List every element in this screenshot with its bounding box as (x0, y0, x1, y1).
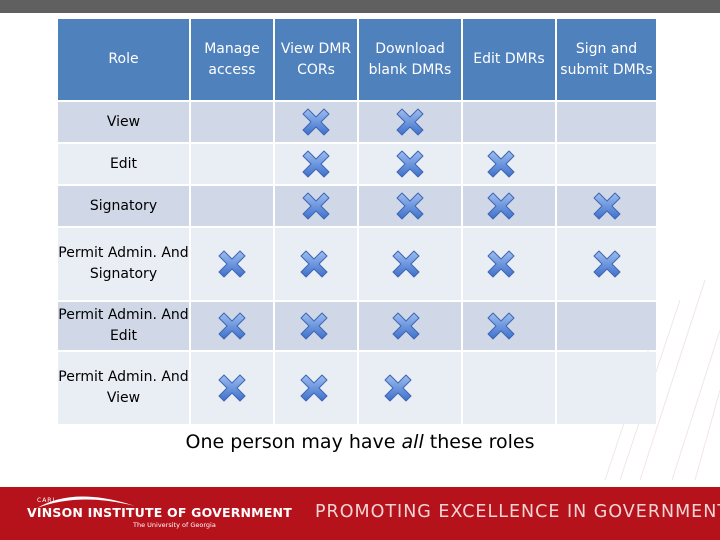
logo-small-text: CARL (37, 497, 57, 504)
permission-cell (463, 228, 555, 300)
permission-cell (557, 228, 656, 300)
role-name-cell: Permit Admin. And Edit (58, 302, 189, 350)
x-mark-icon (383, 373, 413, 403)
table-row: Permit Admin. And Edit (58, 302, 656, 350)
x-mark-icon (486, 249, 516, 279)
x-mark-icon (301, 191, 331, 221)
permission-cell (275, 186, 357, 226)
footer-banner: CARL VINSON INSTITUTE OF GOVERNMENT The … (0, 487, 720, 540)
x-mark-icon (217, 373, 247, 403)
permission-cell (359, 228, 461, 300)
permission-cell (359, 186, 461, 226)
permission-cell (191, 302, 273, 350)
vinson-institute-logo: CARL VINSON INSTITUTE OF GOVERNMENT The … (25, 490, 292, 535)
top-bar (0, 0, 720, 13)
permission-cell (463, 186, 555, 226)
x-mark-icon (299, 249, 329, 279)
permission-cell (463, 352, 555, 424)
permission-cell (191, 228, 273, 300)
permission-cell (557, 302, 656, 350)
role-name-cell: View (58, 102, 189, 142)
role-name-cell: Edit (58, 144, 189, 184)
x-mark-icon (217, 249, 247, 279)
header-manage-access: Manage access (191, 19, 273, 100)
permission-cell (275, 228, 357, 300)
permission-cell (463, 302, 555, 350)
table-row: Permit Admin. And Signatory (58, 228, 656, 300)
header-edit-dmrs: Edit DMRs (463, 19, 555, 100)
logo-sub-text: The University of Georgia (133, 521, 216, 529)
x-mark-icon (486, 149, 516, 179)
table-row: Edit (58, 144, 656, 184)
logo-main-text: VINSON INSTITUTE OF GOVERNMENT (27, 505, 292, 520)
footnote-text-before: One person may have (185, 431, 402, 453)
table-row: Permit Admin. And View (58, 352, 656, 424)
permission-cell (191, 352, 273, 424)
permission-cell (359, 302, 461, 350)
permission-cell (191, 186, 273, 226)
x-mark-icon (301, 149, 331, 179)
header-sign-submit-dmrs: Sign and submit DMRs (557, 19, 656, 100)
permission-cell (463, 102, 555, 142)
permission-cell (275, 302, 357, 350)
x-mark-icon (486, 311, 516, 341)
permission-cell (463, 144, 555, 184)
x-mark-icon (395, 191, 425, 221)
x-mark-icon (391, 311, 421, 341)
role-name-cell: Signatory (58, 186, 189, 226)
x-mark-icon (486, 191, 516, 221)
permission-cell (191, 144, 273, 184)
table-header-row: Role Manage access View DMR CORs Downloa… (58, 19, 656, 100)
x-mark-icon (301, 107, 331, 137)
footnote: One person may have all these roles (0, 431, 720, 453)
permission-cell (359, 352, 461, 424)
permission-cell (191, 102, 273, 142)
table-row: Signatory (58, 186, 656, 226)
header-download-blank-dmrs: Download blank DMRs (359, 19, 461, 100)
permission-cell (557, 144, 656, 184)
permission-cell (557, 352, 656, 424)
permission-cell (275, 352, 357, 424)
permission-cell (275, 144, 357, 184)
footnote-emphasis: all (401, 431, 424, 453)
x-mark-icon (395, 107, 425, 137)
x-mark-icon (217, 311, 247, 341)
x-mark-icon (299, 373, 329, 403)
x-mark-icon (299, 311, 329, 341)
x-mark-icon (391, 249, 421, 279)
permission-cell (359, 102, 461, 142)
x-mark-icon (395, 149, 425, 179)
x-mark-icon (592, 191, 622, 221)
x-mark-icon (592, 249, 622, 279)
roles-permissions-table: Role Manage access View DMR CORs Downloa… (56, 17, 658, 426)
permission-cell (557, 186, 656, 226)
table-row: View (58, 102, 656, 142)
permission-cell (275, 102, 357, 142)
permission-cell (557, 102, 656, 142)
footnote-text-after: these roles (423, 431, 535, 453)
role-name-cell: Permit Admin. And Signatory (58, 228, 189, 300)
header-view-dmr-cors: View DMR CORs (275, 19, 357, 100)
slogan: PROMOTING EXCELLENCE IN GOVERNMENT (315, 502, 720, 522)
role-name-cell: Permit Admin. And View (58, 352, 189, 424)
header-role: Role (58, 19, 189, 100)
permission-cell (359, 144, 461, 184)
